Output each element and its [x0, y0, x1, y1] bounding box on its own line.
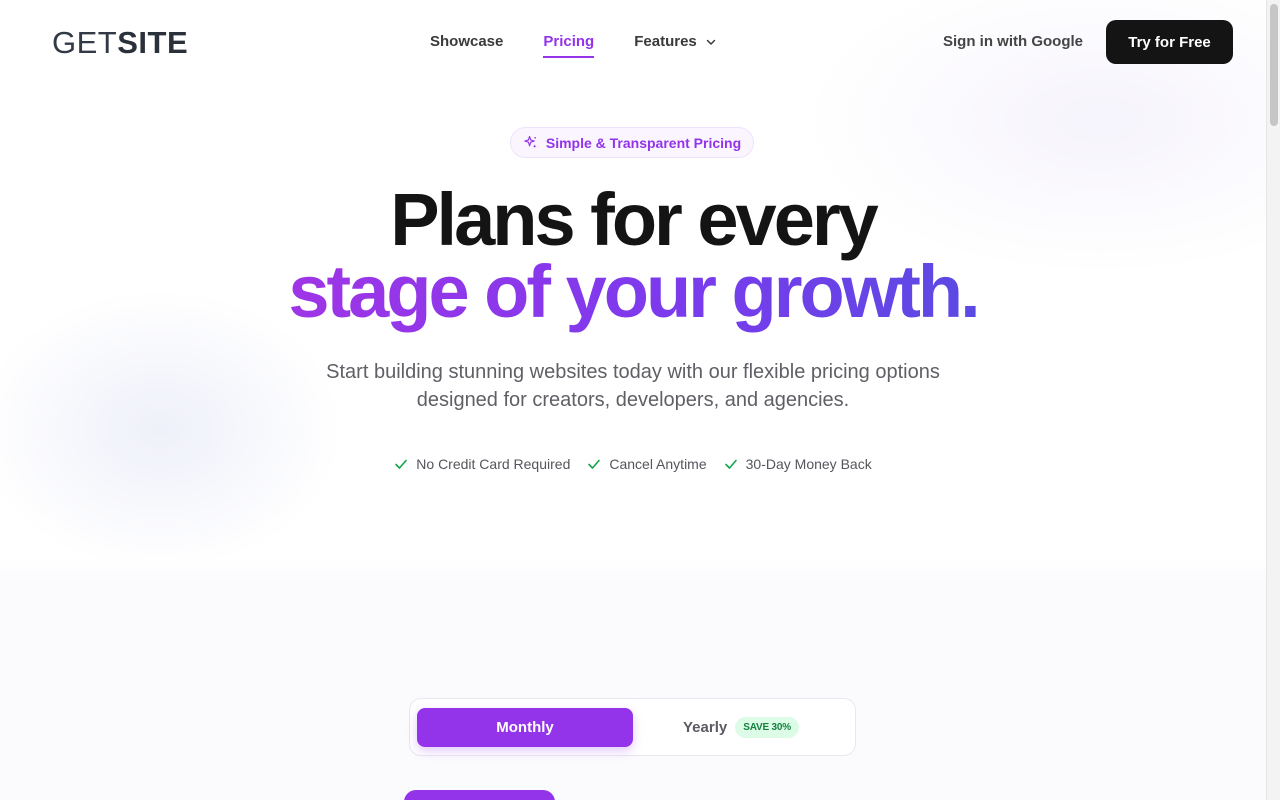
hero-title-line-1: Plans for every	[390, 178, 879, 261]
nav-link-features[interactable]: Features	[634, 31, 717, 53]
hero-subtitle-line-2: designed for creators, developers, and a…	[416, 389, 850, 411]
yearly-billing-button[interactable]: Yearly SAVE 30%	[683, 708, 799, 747]
hero-title-gradient-text: stage of your growth.	[288, 250, 980, 333]
try-for-free-button[interactable]: Try for Free	[1106, 20, 1233, 64]
scrollbar-thumb[interactable]	[1270, 4, 1278, 126]
nav-link-features-label: Features	[634, 33, 697, 50]
save-badge: SAVE 30%	[735, 717, 799, 738]
sign-in-google-link[interactable]: Sign in with Google	[943, 31, 1083, 53]
monthly-billing-button[interactable]: Monthly	[417, 708, 633, 747]
page: GETSITE Showcase Pricing Features Sign i…	[0, 0, 1266, 800]
nav-links: Showcase Pricing Features	[430, 31, 717, 58]
top-nav: GETSITE Showcase Pricing Features Sign i…	[0, 0, 1266, 84]
chevron-down-icon	[706, 39, 716, 45]
check-money-back: 30-Day Money Back	[724, 454, 872, 474]
check-cancel-anytime: Cancel Anytime	[587, 454, 707, 474]
pricing-badge: Simple & Transparent Pricing	[510, 127, 754, 158]
logo[interactable]: GETSITE	[52, 26, 188, 60]
check-label: 30-Day Money Back	[745, 456, 872, 472]
sparkle-icon	[524, 135, 537, 149]
hero-title-line-2: stage of your growth.	[0, 255, 1266, 329]
hero-subtitle-line-1: Start building stunning websites today w…	[326, 361, 940, 383]
check-icon	[395, 459, 408, 469]
nav-link-showcase[interactable]: Showcase	[430, 31, 503, 53]
hero-subtitle: Start building stunning websites today w…	[283, 358, 983, 414]
yearly-label: Yearly	[683, 719, 728, 736]
nav-link-pricing[interactable]: Pricing	[543, 31, 594, 58]
check-label: No Credit Card Required	[416, 456, 571, 472]
check-label: Cancel Anytime	[609, 456, 707, 472]
billing-toggle: Monthly Yearly SAVE 30%	[409, 698, 856, 756]
check-icon	[724, 459, 737, 469]
vertical-scrollbar[interactable]	[1266, 0, 1280, 800]
pricing-card-tab	[404, 790, 555, 800]
pricing-badge-label: Simple & Transparent Pricing	[545, 134, 742, 151]
check-icon	[588, 459, 601, 469]
logo-site: SITE	[117, 25, 189, 60]
check-no-credit-card: No Credit Card Required	[394, 454, 570, 474]
logo-get: GET	[52, 25, 118, 60]
hero-checks: No Credit Card Required Cancel Anytime 3…	[0, 454, 1266, 474]
